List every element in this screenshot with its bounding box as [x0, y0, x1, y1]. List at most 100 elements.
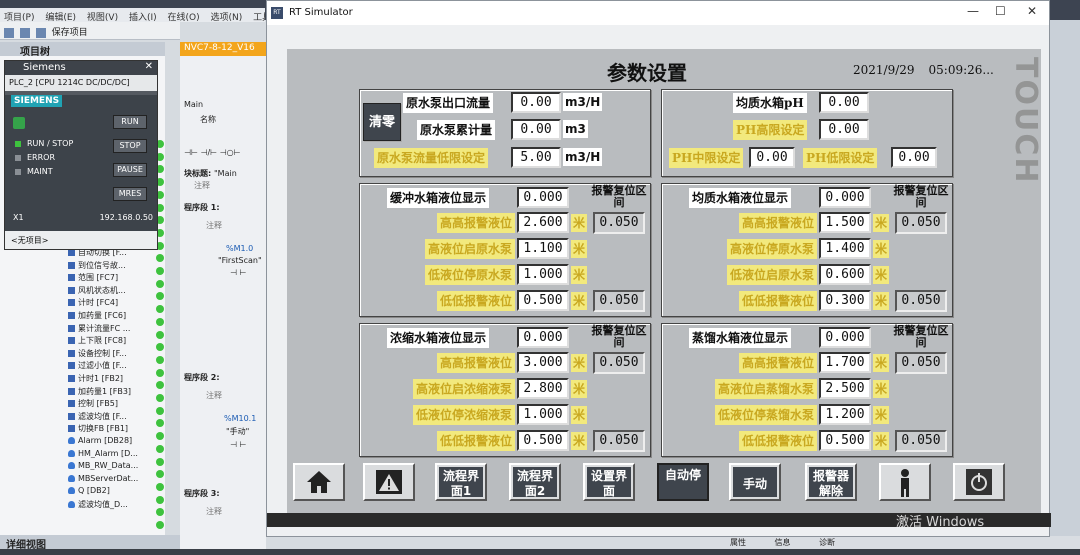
homo-level-value: 0.000 [819, 187, 871, 208]
pause-button[interactable]: PAUSE [113, 163, 147, 177]
tree-item[interactable]: 加药量1 [FB3] [68, 386, 158, 397]
close-icon[interactable]: ✕ [145, 61, 153, 72]
exit-button[interactable] [953, 463, 1005, 501]
mres-button[interactable]: MRES [113, 187, 147, 201]
menu-online[interactable]: 在线(O) [168, 13, 200, 22]
conc-row-label: 高高报警液位 [436, 353, 515, 373]
close-icon[interactable]: ✕ [1027, 4, 1037, 18]
tree-item[interactable]: 加药量 [FC6] [68, 310, 158, 321]
menu-insert[interactable]: 插入(I) [129, 13, 157, 22]
tree-item[interactable]: 计时1 [FB2] [68, 373, 158, 384]
contact-icon[interactable]: ⊣ ⊢ [230, 440, 246, 449]
ph-high-input[interactable]: 0.00 [819, 119, 869, 140]
tab-properties[interactable]: 属性 [730, 538, 746, 547]
tree-item[interactable]: 范围 [FC7] [68, 272, 158, 283]
menu-options[interactable]: 选项(N) [211, 13, 243, 22]
segment-1-label[interactable]: 程序段 1: [184, 202, 220, 213]
time: 05:09:26... [928, 63, 994, 77]
tree-item[interactable]: Q [DB2] [68, 486, 158, 495]
tree-item[interactable]: 上下限 [FC8] [68, 335, 158, 346]
dist-reset-input[interactable]: 0.050 [895, 430, 947, 452]
detail-view-header[interactable]: 详细视图 [0, 535, 180, 551]
homo-reset-input[interactable]: 0.050 [895, 290, 947, 312]
dist-setpoint-input[interactable]: 1.700 [819, 352, 871, 373]
menu-project[interactable]: 项目(P) [4, 13, 34, 22]
tree-item[interactable]: 风机状态机... [68, 285, 158, 296]
alarm-reset-button[interactable]: 报警器解除 [805, 463, 857, 501]
nav-process1-button[interactable]: 流程界面1 [435, 463, 487, 501]
tab-info[interactable]: 信息 [775, 538, 791, 547]
save-icon[interactable] [35, 27, 46, 38]
tree-item[interactable]: MBServerDat... [68, 474, 158, 483]
tree-item[interactable]: 滤波均值_D... [68, 499, 158, 510]
homo-setpoint-input[interactable]: 0.300 [819, 290, 871, 311]
menu-view[interactable]: 视图(V) [87, 13, 118, 22]
buffer-reset-input[interactable]: 0.050 [593, 212, 645, 234]
tree-item[interactable]: 控制 [FB5] [68, 398, 158, 409]
tree-item[interactable]: 设备控制 [F... [68, 348, 158, 359]
tree-item[interactable]: 计时 [FC4] [68, 297, 158, 308]
status-dot [156, 305, 164, 314]
ph-value: 0.00 [819, 92, 869, 113]
nav-process2-button[interactable]: 流程界面2 [509, 463, 561, 501]
total-value: 0.00 [511, 119, 561, 140]
minimize-icon[interactable]: — [967, 4, 979, 18]
stop-button[interactable]: STOP [113, 139, 147, 153]
dist-setpoint-input[interactable]: 1.200 [819, 404, 871, 425]
status-dot [156, 457, 164, 466]
conc-reset-input[interactable]: 0.050 [593, 430, 645, 452]
open-icon[interactable] [19, 27, 30, 38]
dist-setpoint-input[interactable]: 2.500 [819, 378, 871, 399]
dist-setpoint-input[interactable]: 0.500 [819, 430, 871, 451]
conc-setpoint-input[interactable]: 3.000 [517, 352, 569, 373]
conc-setpoint-input[interactable]: 0.500 [517, 430, 569, 451]
conc-setpoint-input[interactable]: 1.000 [517, 404, 569, 425]
auto-stop-button[interactable]: 自动停 [657, 463, 709, 501]
tree-item[interactable]: MB_RW_Data... [68, 461, 158, 470]
clear-button[interactable]: 清零 [363, 103, 401, 141]
menu-tools[interactable]: 工具 [253, 13, 265, 22]
tree-item[interactable]: 到位信号故... [68, 260, 158, 271]
plc-panel-title: Siemens ✕ [5, 61, 157, 75]
nav-settings-button[interactable]: 设置界面 [583, 463, 635, 501]
alarm-button[interactable] [363, 463, 415, 501]
tree-item[interactable]: 累计流量FC ... [68, 323, 158, 334]
buffer-setpoint-input[interactable]: 1.100 [517, 238, 569, 259]
tree-item[interactable]: 切换FB [FB1] [68, 423, 158, 434]
dist-reset-input[interactable]: 0.050 [895, 352, 947, 374]
editor-tab[interactable]: NVC7-8-12_V16 [180, 42, 266, 56]
tab-diagnostics[interactable]: 诊断 [819, 538, 835, 547]
contact-icon[interactable]: ⊣ ⊢ [230, 268, 246, 277]
power-icon[interactable] [13, 117, 25, 129]
new-icon[interactable] [4, 27, 14, 38]
status-dot [156, 317, 164, 326]
buffer-setpoint-input[interactable]: 2.600 [517, 212, 569, 233]
manual-button[interactable]: 手动 [729, 463, 781, 501]
homo-setpoint-input[interactable]: 1.500 [819, 212, 871, 233]
rt-app-icon: RT [271, 7, 283, 19]
segment-3-label[interactable]: 程序段 3: [184, 488, 220, 499]
buffer-setpoint-input[interactable]: 0.500 [517, 290, 569, 311]
lowflow-input[interactable]: 5.00 [511, 147, 561, 168]
buffer-reset-input[interactable]: 0.050 [593, 290, 645, 312]
conc-setpoint-input[interactable]: 2.800 [517, 378, 569, 399]
home-button[interactable] [293, 463, 345, 501]
menu-edit[interactable]: 编辑(E) [45, 13, 76, 22]
tree-item[interactable]: Alarm [DB28] [68, 436, 158, 445]
tree-item[interactable]: 过滤小值 [F... [68, 360, 158, 371]
save-project-button[interactable]: 保存项目 [52, 28, 88, 38]
unit-meter: 米 [571, 406, 588, 424]
conc-reset-input[interactable]: 0.050 [593, 352, 645, 374]
homo-setpoint-input[interactable]: 0.600 [819, 264, 871, 285]
segment-2-label[interactable]: 程序段 2: [184, 372, 220, 383]
ph-low-input[interactable]: 0.00 [891, 147, 937, 168]
ph-mid-input[interactable]: 0.00 [749, 147, 795, 168]
maximize-icon[interactable]: ☐ [995, 4, 1006, 18]
homo-reset-input[interactable]: 0.050 [895, 212, 947, 234]
run-button[interactable]: RUN [113, 115, 147, 129]
tree-item[interactable]: HM_Alarm [D... [68, 449, 158, 458]
buffer-setpoint-input[interactable]: 1.000 [517, 264, 569, 285]
user-button[interactable] [879, 463, 931, 501]
homo-setpoint-input[interactable]: 1.400 [819, 238, 871, 259]
tree-item[interactable]: 滤波均值 [F... [68, 411, 158, 422]
